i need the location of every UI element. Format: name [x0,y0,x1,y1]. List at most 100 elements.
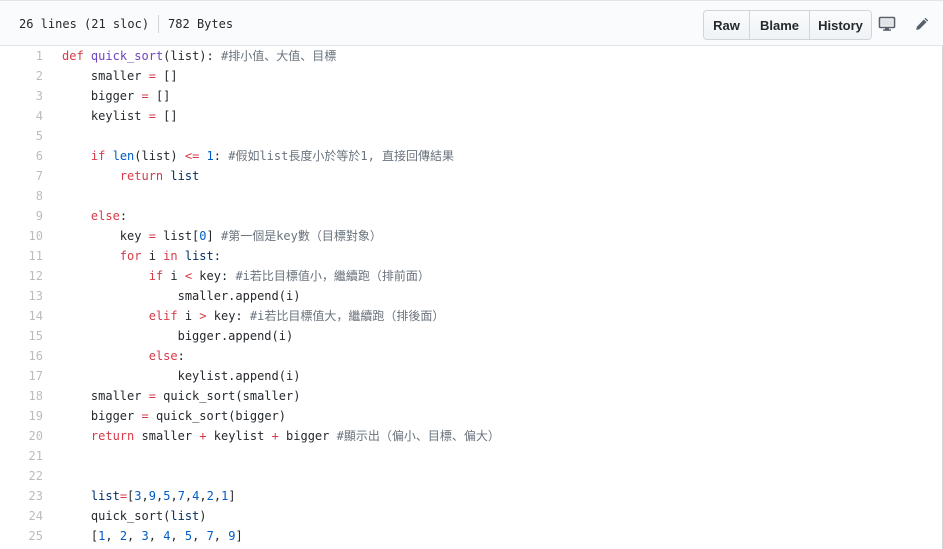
line-content: def quick_sort(list): #排小值、大值、目標 [43,46,336,66]
code-token: [] [148,89,171,103]
line-number[interactable]: 13 [0,286,43,306]
line-number[interactable]: 12 [0,266,43,286]
code-token: def [62,49,84,63]
line-number[interactable]: 3 [0,86,43,106]
code-token: + [199,429,207,443]
code-token: [ [62,529,99,543]
file-viewer: 26 lines (21 sloc) 782 Bytes Raw Blame H… [0,0,943,549]
code-token: bigger [62,89,142,103]
code-line: 22 [0,466,942,486]
line-number[interactable]: 21 [0,446,43,466]
code-line: 23 list=[3,9,5,7,4,2,1] [0,486,942,506]
line-number[interactable]: 1 [0,46,43,66]
line-number[interactable]: 24 [0,506,43,526]
line-number[interactable]: 14 [0,306,43,326]
code-token: (list): [163,49,221,63]
code-line: 7 return list [0,166,942,186]
line-number[interactable]: 7 [0,166,43,186]
code-token: = [119,489,128,503]
code-token: list [170,509,200,523]
line-number[interactable]: 5 [0,126,43,146]
desktop-icon[interactable] [877,14,897,34]
code-line: 25 [1, 2, 3, 4, 5, 7, 9] [0,526,942,546]
line-number[interactable]: 17 [0,366,43,386]
code-token: else [148,349,178,363]
code-line: 12 if i < key: #i若比目標值小，繼續跑（排前面） [0,266,942,286]
code-token: ] [235,529,243,543]
code-token: = [148,69,156,83]
code-token: list [90,489,120,503]
line-number[interactable]: 4 [0,106,43,126]
line-number[interactable]: 19 [0,406,43,426]
code-token: bigger.append(i) [62,329,294,343]
line-number[interactable]: 20 [0,426,43,446]
code-token: 9 [148,489,156,503]
line-number[interactable]: 25 [0,526,43,546]
line-number[interactable]: 8 [0,186,43,206]
code-token: , [192,529,207,543]
code-line: 8 [0,186,942,206]
code-line: 9 else: [0,206,942,226]
code-line: 2 smaller = [] [0,66,942,86]
code-line: 19 bigger = quick_sort(bigger) [0,406,942,426]
line-content: smaller = [] [43,66,178,86]
code-token: , [148,529,164,543]
line-number[interactable]: 6 [0,146,43,166]
line-number[interactable]: 22 [0,466,43,486]
code-token: if [148,269,164,283]
code-line: 17 keylist.append(i) [0,366,942,386]
code-token: #顯示出（偏小、目標、偏大） [336,429,500,443]
line-number[interactable]: 16 [0,346,43,366]
line-content: else: [43,346,185,366]
code-token: keylist.append(i) [62,369,301,383]
code-token: , [213,529,229,543]
line-content: bigger = [] [43,86,171,106]
line-content: quick_sort(list) [43,506,207,526]
code-token: 3 [134,489,142,503]
code-token: key [62,229,149,243]
code-token: = [141,89,149,103]
history-button[interactable]: History [809,11,871,39]
code-token: <= [184,149,200,163]
code-line: 3 bigger = [] [0,86,942,106]
line-content: else: [43,206,127,226]
code-token: 1 [206,149,214,163]
code-line: 15 bigger.append(i) [0,326,942,346]
code-token: keylist [62,109,149,123]
code-line: 10 key = list[0] #第一個是key數（目標對象） [0,226,942,246]
line-number[interactable]: 9 [0,206,43,226]
blame-button[interactable]: Blame [749,11,809,39]
line-number[interactable]: 2 [0,66,43,86]
code-token: list[ [155,229,200,243]
line-content: if len(list) <= 1: #假如list長度小於等於1, 直接回傳結… [43,146,454,166]
line-content: [1, 2, 3, 4, 5, 7, 9] [43,526,243,546]
code-token: (list) [134,149,185,163]
code-token: > [199,309,207,323]
code-line: 24 quick_sort(list) [0,506,942,526]
code-line: 14 elif i > key: #i若比目標值大，繼續跑（排後面） [0,306,942,326]
line-number[interactable]: 11 [0,246,43,266]
code-token: len [112,149,135,163]
line-content: smaller.append(i) [43,286,301,306]
line-number[interactable]: 15 [0,326,43,346]
code-token: , [141,489,149,503]
code-token: , [170,529,185,543]
line-number[interactable]: 10 [0,226,43,246]
file-size: 782 Bytes [168,17,234,31]
line-number[interactable]: 23 [0,486,43,506]
code-token: return [90,429,135,443]
code-token: key: [192,269,236,283]
raw-button[interactable]: Raw [704,11,749,39]
code-line: 4 keylist = [] [0,106,942,126]
pencil-icon[interactable] [912,14,932,34]
line-number[interactable]: 18 [0,386,43,406]
code-token: 7 [177,489,185,503]
code-token: #第一個是key數（目標對象） [220,229,382,243]
code-token: return [119,169,164,183]
